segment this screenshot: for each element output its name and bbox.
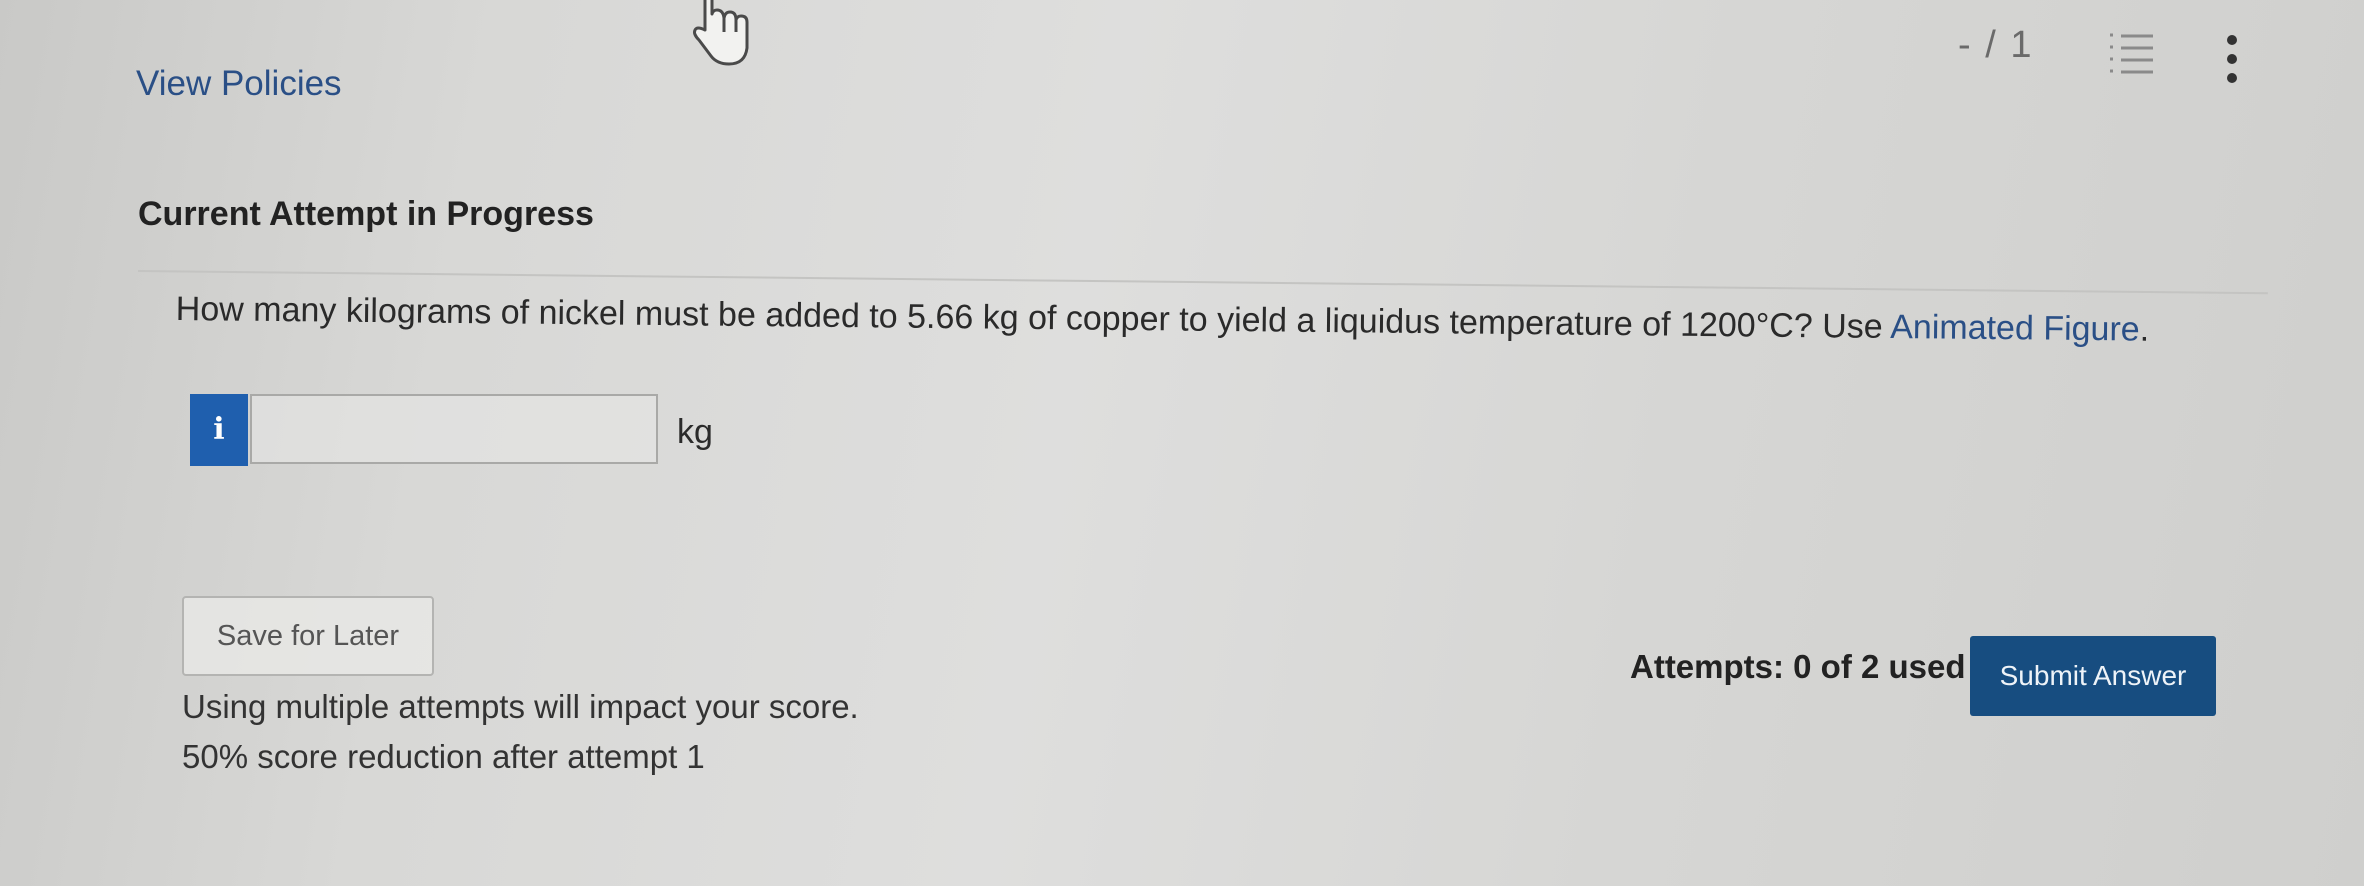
answer-unit: kg (677, 413, 713, 451)
kebab-menu-icon[interactable] (2224, 34, 2240, 84)
divider (137, 270, 2268, 295)
attempts-warning: Using multiple attempts will impact your… (182, 688, 859, 725)
question-text: How many kilograms of nickel must be add… (176, 290, 2150, 350)
attempts-counter: Attempts: 0 of 2 used (1630, 648, 1966, 685)
save-for-later-button[interactable]: Save for Later (182, 596, 434, 676)
info-icon[interactable]: i (190, 394, 248, 466)
score-reduction-note: 50% score reduction after attempt 1 (182, 738, 705, 775)
animated-figure-link[interactable]: Animated Figure (1890, 308, 2140, 349)
hand-pointer-icon (693, 0, 749, 66)
answer-input[interactable] (250, 394, 658, 464)
question-end: . (2139, 310, 2150, 349)
question-score: - / 1 (1958, 24, 2034, 66)
view-policies-link[interactable]: View Policies (136, 64, 342, 104)
submit-answer-button[interactable]: Submit Answer (1970, 636, 2216, 716)
question-page: View Policies - / 1 Current Attempt in P… (0, 0, 2364, 886)
attempt-heading: Current Attempt in Progress (138, 195, 594, 233)
numbered-list-icon[interactable] (2107, 32, 2155, 74)
question-body: How many kilograms of nickel must be add… (175, 290, 1891, 346)
